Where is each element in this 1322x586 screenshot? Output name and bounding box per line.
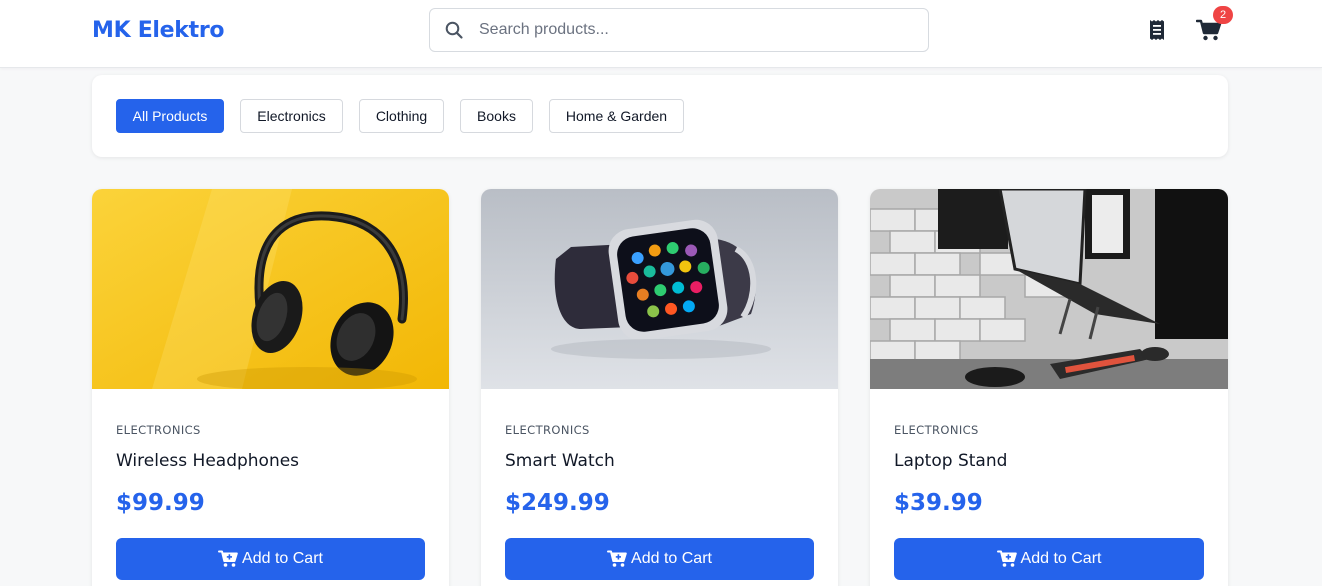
cart-plus-icon xyxy=(607,550,627,567)
filter-electronics[interactable]: Electronics xyxy=(240,99,343,133)
product-card: ELECTRONICS Smart Watch $249.99 Add to C… xyxy=(481,189,838,586)
product-image-laptop-stand[interactable] xyxy=(870,189,1228,389)
product-card: ELECTRONICS Wireless Headphones $99.99 A… xyxy=(92,189,449,586)
product-category: ELECTRONICS xyxy=(116,423,201,437)
filter-books[interactable]: Books xyxy=(460,99,533,133)
search-input[interactable] xyxy=(479,21,879,39)
cart-plus-icon xyxy=(996,550,1017,567)
product-image-smart-watch[interactable] xyxy=(481,189,838,389)
add-to-cart-label: Add to Cart xyxy=(631,550,712,567)
add-to-cart-label: Add to Cart xyxy=(1020,550,1102,567)
product-card: ELECTRONICS Laptop Stand $39.99 Add to C… xyxy=(870,189,1228,586)
brand-logo[interactable]: MK Elektro xyxy=(92,18,225,43)
filter-clothing[interactable]: Clothing xyxy=(359,99,444,133)
add-to-cart-button[interactable]: Add to Cart xyxy=(116,538,425,580)
product-name[interactable]: Laptop Stand xyxy=(894,451,1007,471)
add-to-cart-label: Add to Cart xyxy=(242,550,323,567)
receipt-icon[interactable] xyxy=(1146,18,1168,42)
add-to-cart-button[interactable]: Add to Cart xyxy=(505,538,814,580)
cart-plus-icon xyxy=(218,550,238,567)
product-name[interactable]: Wireless Headphones xyxy=(116,451,299,471)
top-navbar: MK Elektro 2 xyxy=(0,0,1322,68)
search-icon xyxy=(445,21,463,39)
product-category: ELECTRONICS xyxy=(505,423,590,437)
search-bar[interactable] xyxy=(429,8,929,52)
product-image-headphones[interactable] xyxy=(92,189,449,389)
add-to-cart-button[interactable]: Add to Cart xyxy=(894,538,1204,580)
product-price: $39.99 xyxy=(894,490,983,516)
cart-count-badge: 2 xyxy=(1213,6,1233,24)
filter-home-garden[interactable]: Home & Garden xyxy=(549,99,684,133)
filter-all-products[interactable]: All Products xyxy=(116,99,224,133)
product-price: $99.99 xyxy=(116,490,205,516)
product-name[interactable]: Smart Watch xyxy=(505,451,615,471)
category-filter-panel: All Products Electronics Clothing Books … xyxy=(92,75,1228,157)
product-category: ELECTRONICS xyxy=(894,423,979,437)
product-price: $249.99 xyxy=(505,490,610,516)
